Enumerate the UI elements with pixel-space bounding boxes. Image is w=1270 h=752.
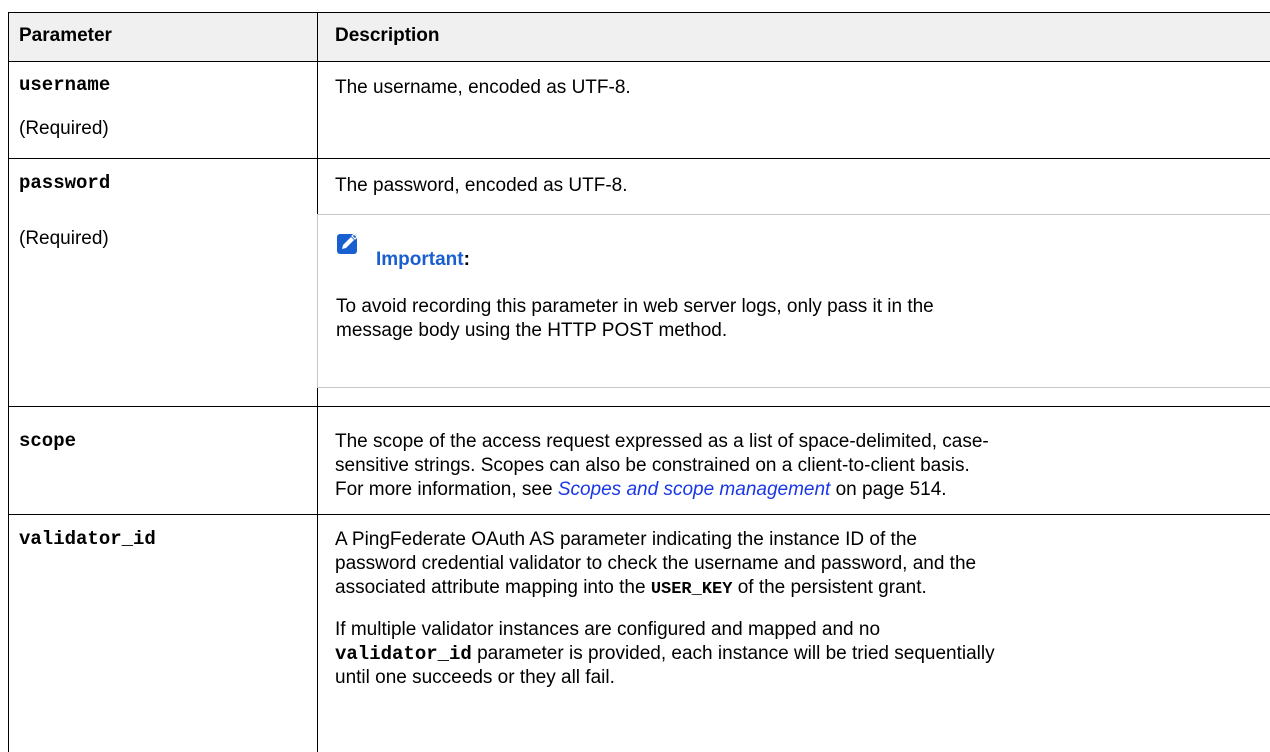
row-divider xyxy=(9,158,1270,159)
parameter-table: Parameter Description username (Required… xyxy=(8,12,1270,752)
scope-description: The scope of the access request expresse… xyxy=(335,431,989,500)
header-parameter: Parameter xyxy=(19,25,112,46)
password-description: The password, encoded as UTF-8. xyxy=(335,175,628,196)
param-scope: scope xyxy=(19,430,77,452)
validator-id-description: A PingFederate OAuth AS parameter indica… xyxy=(335,529,995,688)
scopes-management-link[interactable]: Scopes and scope management xyxy=(558,479,831,500)
username-description: The username, encoded as UTF-8. xyxy=(335,77,631,98)
note-title: Important: xyxy=(376,249,470,270)
row-divider xyxy=(9,514,1270,515)
user-key-code: USER_KEY xyxy=(650,580,733,599)
param-validator-id: validator_id xyxy=(19,528,156,550)
header-description: Description xyxy=(335,25,440,46)
table-header: Parameter Description xyxy=(9,12,1270,62)
important-note: Important: To avoid recording this param… xyxy=(317,214,1270,388)
username-required: (Required) xyxy=(19,118,109,139)
pencil-note-icon xyxy=(337,233,358,254)
validator-id-code: validator_id xyxy=(335,643,472,665)
note-body: To avoid recording this parameter in web… xyxy=(336,296,934,341)
row-divider xyxy=(9,406,1270,407)
param-username: username xyxy=(19,74,111,96)
param-password: password xyxy=(19,172,111,194)
password-required: (Required) xyxy=(19,228,109,249)
